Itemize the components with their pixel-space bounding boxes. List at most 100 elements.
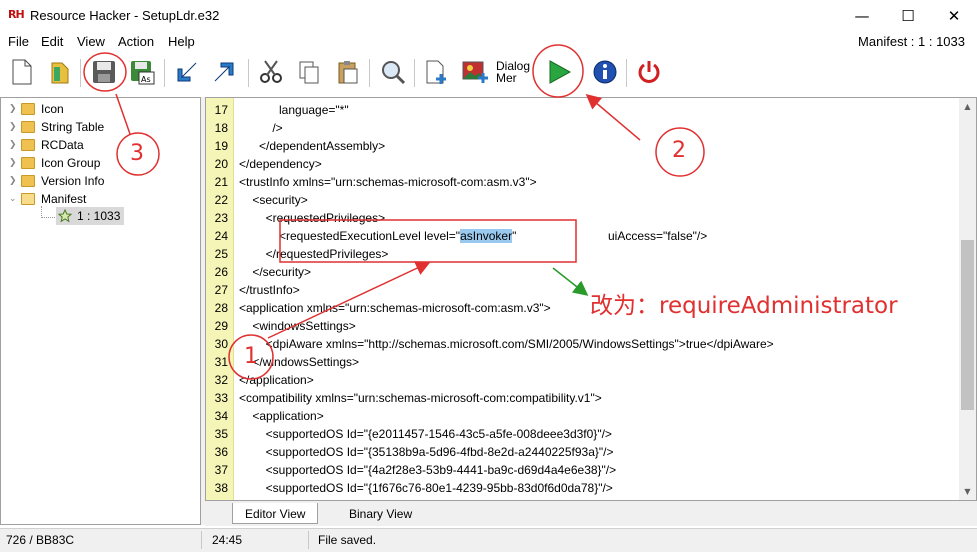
line-number: 22	[214, 193, 228, 207]
line-number: 30	[214, 337, 228, 351]
code-line: <supportedOS Id="{35138b9a-5d96-4fbd-8e2…	[239, 445, 614, 459]
line-number: 36	[214, 445, 228, 459]
resource-tree[interactable]: ❯ Icon ❯ String Table ❯ RCData ❯ Icon Gr…	[0, 97, 201, 525]
line-number: 35	[214, 427, 228, 441]
code-line: />	[239, 121, 283, 135]
line-number: 19	[214, 139, 228, 153]
vertical-scrollbar[interactable]: ▲ ▼	[959, 98, 976, 500]
line-number-gutter: 17 18 19 20 21 22 23 24 25 26 27 28 29 3…	[206, 98, 234, 500]
new-file-icon[interactable]	[6, 55, 38, 89]
folder-icon	[21, 157, 35, 169]
status-offset: 726 / BB83C	[6, 533, 75, 547]
minimize-button[interactable]: —	[839, 0, 885, 31]
code-line: </dependentAssembly>	[239, 139, 386, 153]
add-image-resource-icon[interactable]	[459, 55, 491, 89]
expand-arrow-icon[interactable]: ❯	[9, 140, 21, 150]
tree-item-label: Version Info	[41, 174, 105, 188]
toolbar-separator	[626, 59, 627, 87]
menu-edit[interactable]: Edit	[41, 34, 63, 49]
star-icon	[58, 209, 72, 223]
tree-item-icon-group[interactable]: ❯ Icon Group	[9, 154, 100, 172]
tree-item-string-table[interactable]: ❯ String Table	[9, 118, 104, 136]
expand-arrow-icon[interactable]: ❯	[9, 104, 21, 114]
tree-item-icon[interactable]: ❯ Icon	[9, 100, 64, 118]
folder-icon	[21, 103, 35, 115]
tree-item-label: Icon	[41, 102, 64, 116]
open-file-icon[interactable]	[45, 55, 77, 89]
tree-item-label: Icon Group	[41, 156, 101, 170]
code-line: </application>	[239, 373, 314, 387]
step-3-number: 3	[130, 141, 144, 166]
paste-icon[interactable]	[332, 55, 364, 89]
code-line: language="*"	[239, 103, 349, 117]
menu-file[interactable]: File	[8, 34, 29, 49]
code-line: </requestedPrivileges>	[239, 247, 389, 261]
svg-text:As: As	[141, 75, 151, 84]
toolbar-separator	[369, 59, 370, 87]
add-blank-resource-icon[interactable]	[421, 55, 453, 89]
save-as-icon[interactable]: As	[126, 55, 158, 89]
line-number: 27	[214, 283, 228, 297]
folder-icon	[21, 139, 35, 151]
line-number: 25	[214, 247, 228, 261]
dialog-menu-editor-button[interactable]: Dialog Mer	[496, 55, 536, 89]
line-number: 32	[214, 373, 228, 387]
power-exit-icon[interactable]	[633, 55, 665, 89]
code-line-quote: "	[512, 229, 517, 243]
menu-bar: File Edit View Action Help Manifest : 1 …	[0, 31, 977, 51]
menu-view[interactable]: View	[77, 34, 105, 49]
line-number: 21	[214, 175, 228, 189]
menu-action[interactable]: Action	[118, 34, 154, 49]
code-line: <security>	[239, 193, 308, 207]
expand-arrow-icon[interactable]: ❯	[9, 158, 21, 168]
menu-help[interactable]: Help	[168, 34, 195, 49]
code-line: </security>	[239, 265, 312, 279]
code-line: <trustInfo xmlns="urn:schemas-microsoft-…	[239, 175, 537, 189]
expand-arrow-icon[interactable]: ❯	[9, 122, 21, 132]
close-button[interactable]: ✕	[931, 0, 977, 31]
cut-icon[interactable]	[255, 55, 287, 89]
annotation-instruction: 改为：requireAdministrator	[590, 293, 898, 319]
maximize-button[interactable]: ☐	[885, 0, 931, 31]
code-line: <compatibility xmlns="urn:schemas-micros…	[239, 391, 602, 405]
toolbar-separator	[414, 59, 415, 87]
view-tabs: Editor View Binary View	[205, 501, 977, 526]
tree-item-manifest-1033[interactable]: 1 : 1033	[56, 207, 125, 225]
app-logo: RH	[8, 8, 25, 21]
status-divider	[201, 531, 202, 549]
line-number: 37	[214, 463, 228, 477]
line-number: 18	[214, 121, 228, 135]
step-1-number: 1	[244, 344, 258, 369]
folder-icon	[21, 121, 35, 133]
line-number: 33	[214, 391, 228, 405]
copy-icon[interactable]	[293, 55, 325, 89]
find-icon[interactable]	[377, 55, 409, 89]
toolbar: As Dialog Mer	[0, 51, 977, 95]
line-number: 17	[214, 103, 228, 117]
info-icon[interactable]	[589, 55, 621, 89]
compile-forward-icon[interactable]	[208, 55, 240, 89]
line-number: 34	[214, 409, 228, 423]
code-line: <supportedOS Id="{1f676c76-80e1-4239-95b…	[239, 481, 613, 495]
scroll-down-icon[interactable]: ▼	[959, 483, 976, 500]
tab-editor-view[interactable]: Editor View	[232, 503, 319, 524]
code-line: </dependency>	[239, 157, 322, 171]
scroll-thumb[interactable]	[961, 240, 974, 410]
line-number: 20	[214, 157, 228, 171]
collapse-arrow-icon[interactable]: ⌄	[9, 194, 21, 204]
tree-item-rcdata[interactable]: ❯ RCData	[9, 136, 84, 154]
open-folder-icon	[21, 193, 35, 205]
selected-text[interactable]: asInvoker	[460, 229, 513, 243]
expand-arrow-icon[interactable]: ❯	[9, 176, 21, 186]
line-number: 28	[214, 301, 228, 315]
save-icon[interactable]	[88, 55, 120, 89]
compile-back-icon[interactable]	[171, 55, 203, 89]
tree-item-label: String Table	[41, 120, 105, 134]
tab-binary-view[interactable]: Binary View	[337, 503, 424, 524]
code-line: <application xmlns="urn:schemas-microsof…	[239, 301, 551, 315]
tree-item-manifest[interactable]: ⌄ Manifest	[9, 190, 86, 208]
tree-item-version-info[interactable]: ❯ Version Info	[9, 172, 104, 190]
run-script-icon[interactable]	[543, 55, 575, 89]
tree-item-label: Manifest	[41, 192, 87, 206]
scroll-up-icon[interactable]: ▲	[959, 98, 976, 115]
